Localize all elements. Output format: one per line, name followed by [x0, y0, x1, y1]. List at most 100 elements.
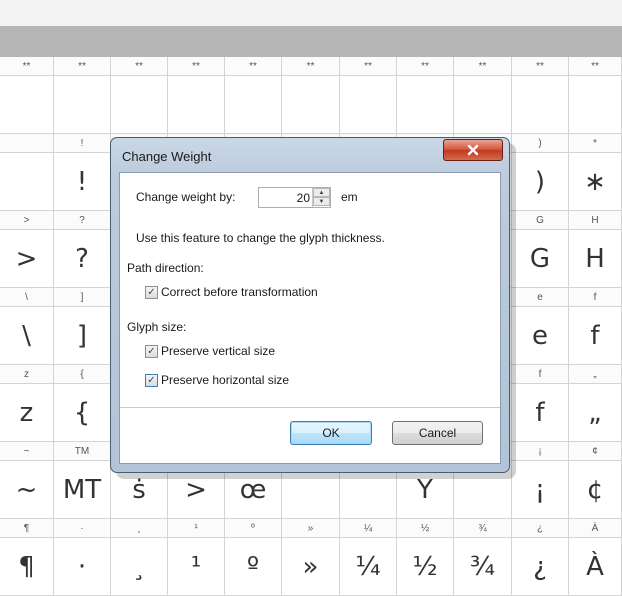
glyph-cell[interactable]: !: [54, 153, 111, 211]
glyph-cell[interactable]: ∗: [569, 153, 622, 211]
glyph-cell[interactable]: f: [569, 307, 622, 365]
spin-down-button[interactable]: ▼: [313, 197, 330, 206]
ok-button[interactable]: OK: [290, 421, 372, 445]
glyph-cell[interactable]: ¸: [111, 538, 168, 596]
glyph-cell[interactable]: MT: [54, 461, 111, 519]
grid-header-cell[interactable]: H: [569, 211, 622, 230]
grid-header-cell[interactable]: \: [0, 288, 54, 307]
glyph-cell[interactable]: ½: [397, 538, 454, 596]
vertical-label[interactable]: Preserve vertical size: [161, 344, 275, 358]
grid-header-cell[interactable]: ¼: [340, 519, 397, 538]
grid-header-cell[interactable]: ·: [54, 519, 111, 538]
glyph-cell[interactable]: ¿: [512, 538, 569, 596]
grid-header-cell[interactable]: „: [569, 365, 622, 384]
grid-header-cell[interactable]: ¸: [111, 519, 168, 538]
grid-header-cell[interactable]: e: [512, 288, 569, 307]
dialog-titlebar[interactable]: Change Weight: [111, 138, 509, 172]
grid-header-cell[interactable]: **: [569, 57, 622, 76]
glyph-cell[interactable]: [225, 76, 282, 134]
glyph-cell[interactable]: [569, 76, 622, 134]
glyph-cell[interactable]: ¢: [569, 461, 622, 519]
glyph-cell[interactable]: „: [569, 384, 622, 442]
glyph-cell[interactable]: ]: [54, 307, 111, 365]
grid-header-cell[interactable]: TM: [54, 442, 111, 461]
cancel-button[interactable]: Cancel: [392, 421, 483, 445]
grid-header-cell[interactable]: f: [569, 288, 622, 307]
close-button[interactable]: [443, 139, 503, 161]
glyph-cell[interactable]: º: [225, 538, 282, 596]
glyph-cell[interactable]: ¼: [340, 538, 397, 596]
grid-header-cell[interactable]: ?: [54, 211, 111, 230]
horizontal-label[interactable]: Preserve horizontal size: [161, 373, 289, 387]
glyph-cell[interactable]: [340, 76, 397, 134]
correct-label[interactable]: Correct before transformation: [161, 285, 318, 299]
grid-header-cell[interactable]: À: [569, 519, 622, 538]
grid-header-cell[interactable]: **: [454, 57, 512, 76]
grid-header-row: ** ** ** ** ** ** ** ** ** ** **: [0, 57, 622, 76]
grid-header-cell[interactable]: ½: [397, 519, 454, 538]
grid-header-cell[interactable]: ~: [0, 442, 54, 461]
glyph-cell[interactable]: e: [512, 307, 569, 365]
grid-header-cell[interactable]: z: [0, 365, 54, 384]
glyph-cell[interactable]: [397, 76, 454, 134]
grid-header-cell[interactable]: !: [54, 134, 111, 153]
glyph-cell[interactable]: À: [569, 538, 622, 596]
grid-header-cell[interactable]: *: [569, 134, 622, 153]
correct-checkbox[interactable]: ✓: [145, 286, 158, 299]
glyph-cell[interactable]: ¶: [0, 538, 54, 596]
grid-header-cell[interactable]: **: [168, 57, 225, 76]
spin-up-button[interactable]: ▲: [313, 188, 330, 197]
checkmark-icon: ✓: [147, 287, 156, 298]
glyph-cell[interactable]: [282, 76, 340, 134]
glyph-cell[interactable]: ): [512, 153, 569, 211]
glyph-cell[interactable]: {: [54, 384, 111, 442]
grid-header-cell[interactable]: º: [225, 519, 282, 538]
glyph-cell[interactable]: [512, 76, 569, 134]
grid-header-cell[interactable]: **: [54, 57, 111, 76]
grid-header-cell[interactable]: ¹: [168, 519, 225, 538]
glyph-cell[interactable]: ¹: [168, 538, 225, 596]
glyph-cell[interactable]: [454, 76, 512, 134]
weight-spinner[interactable]: 20 ▲ ▼: [258, 187, 331, 208]
grid-header-cell[interactable]: {: [54, 365, 111, 384]
grid-header-cell[interactable]: **: [397, 57, 454, 76]
glyph-cell[interactable]: f: [512, 384, 569, 442]
glyph-cell[interactable]: [0, 153, 54, 211]
glyph-cell[interactable]: >: [0, 230, 54, 288]
horizontal-checkbox[interactable]: ✓: [145, 374, 158, 387]
weight-value[interactable]: 20: [297, 191, 310, 205]
glyph-cell[interactable]: ¾: [454, 538, 512, 596]
grid-header-cell[interactable]: >: [0, 211, 54, 230]
glyph-cell[interactable]: [168, 76, 225, 134]
glyph-cell[interactable]: »: [282, 538, 340, 596]
grid-header-cell[interactable]: ¢: [569, 442, 622, 461]
glyph-cell[interactable]: [111, 76, 168, 134]
grid-header-cell[interactable]: »: [282, 519, 340, 538]
glyph-cell[interactable]: [54, 76, 111, 134]
grid-header-cell[interactable]: **: [225, 57, 282, 76]
glyph-cell[interactable]: G: [512, 230, 569, 288]
grid-header-cell[interactable]: ): [512, 134, 569, 153]
grid-header-cell[interactable]: [0, 134, 54, 153]
glyph-cell[interactable]: ·: [54, 538, 111, 596]
grid-header-cell[interactable]: f: [512, 365, 569, 384]
glyph-cell[interactable]: [0, 76, 54, 134]
grid-header-cell[interactable]: **: [0, 57, 54, 76]
grid-header-cell[interactable]: **: [111, 57, 168, 76]
glyph-cell[interactable]: \: [0, 307, 54, 365]
glyph-cell[interactable]: H: [569, 230, 622, 288]
grid-header-cell[interactable]: G: [512, 211, 569, 230]
glyph-cell[interactable]: z: [0, 384, 54, 442]
grid-header-cell[interactable]: ]: [54, 288, 111, 307]
vertical-checkbox[interactable]: ✓: [145, 345, 158, 358]
grid-header-cell[interactable]: ¶: [0, 519, 54, 538]
grid-header-cell[interactable]: ¡: [512, 442, 569, 461]
glyph-cell[interactable]: ?: [54, 230, 111, 288]
grid-header-cell[interactable]: ¿: [512, 519, 569, 538]
grid-header-cell[interactable]: ¾: [454, 519, 512, 538]
grid-header-cell[interactable]: **: [282, 57, 340, 76]
glyph-cell[interactable]: ~: [0, 461, 54, 519]
glyph-cell[interactable]: ¡: [512, 461, 569, 519]
grid-header-cell[interactable]: **: [512, 57, 569, 76]
grid-header-cell[interactable]: **: [340, 57, 397, 76]
